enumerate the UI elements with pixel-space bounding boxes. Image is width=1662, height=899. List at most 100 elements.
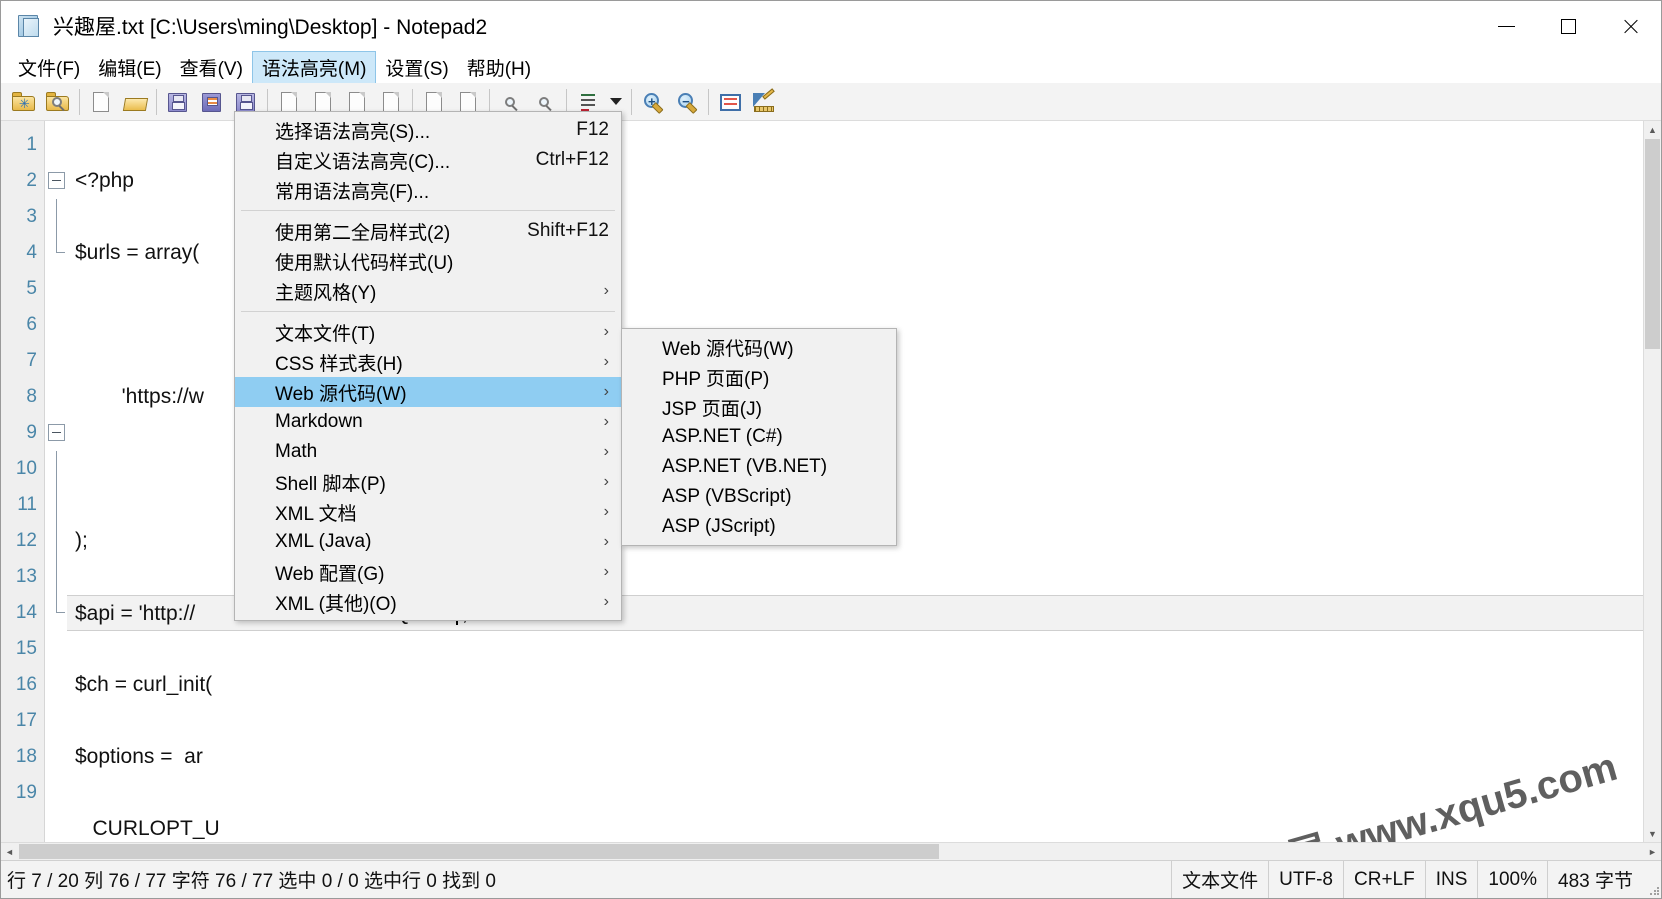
menuitem-label: ASP (JScript) — [662, 516, 776, 537]
menuitem-xml-java[interactable]: XML (Java) › — [235, 527, 621, 557]
customize-schemes-button[interactable] — [747, 85, 781, 119]
replace-icon — [532, 90, 558, 114]
menuitem-label: XML 文档 — [275, 503, 357, 525]
menuitem-theme-style[interactable]: 主题风格(Y) › — [235, 276, 621, 306]
minimize-button[interactable] — [1475, 1, 1537, 51]
menuitem-label: JSP 页面(J) — [662, 398, 762, 420]
menuitem-label: 使用默认代码样式(U) — [275, 252, 454, 274]
fold-toggle[interactable] — [45, 163, 67, 199]
submenu-aspnet-csharp[interactable]: ASP.NET (C#) — [622, 422, 896, 452]
scroll-down-arrow-icon[interactable]: ▼ — [1644, 825, 1661, 842]
copy-icon — [310, 90, 336, 114]
menuitem-label: Web 源代码(W) — [662, 338, 794, 360]
fold-toggle[interactable] — [45, 415, 67, 451]
status-zoom[interactable]: 100% — [1477, 861, 1547, 898]
line-number: 1 — [26, 134, 37, 155]
menuitem-favorite-schemes[interactable]: 常用语法高亮(F)... — [235, 175, 621, 205]
maximize-icon — [1560, 18, 1576, 34]
minimize-icon — [1497, 25, 1515, 27]
scroll-up-arrow-icon[interactable]: ▲ — [1644, 121, 1661, 138]
menuitem-css-stylesheet[interactable]: CSS 样式表(H) › — [235, 347, 621, 377]
chevron-right-icon: › — [603, 533, 609, 550]
syntax-menu-popup: 选择语法高亮(S)... F12 自定义语法高亮(C)... Ctrl+F12 … — [234, 111, 622, 621]
fold-cell — [45, 559, 67, 595]
menuitem-shortcut: Ctrl+F12 — [535, 149, 609, 170]
submenu-asp-jscript[interactable]: ASP (JScript) — [622, 512, 896, 542]
menu-view[interactable]: 查看(V) — [171, 51, 252, 83]
save-button[interactable] — [161, 85, 195, 119]
new-window-icon: ✳ — [11, 90, 37, 114]
toolbar-separator — [708, 88, 709, 115]
horizontal-scrollbar[interactable]: ◄ ► — [1, 842, 1661, 860]
redo-icon — [455, 90, 481, 114]
menuitem-web-config[interactable]: Web 配置(G) › — [235, 557, 621, 587]
menuitem-xml-document[interactable]: XML 文档 › — [235, 497, 621, 527]
resize-grip-icon[interactable] — [1643, 861, 1661, 898]
line-number: 2 — [26, 170, 37, 191]
toggle-view-icon — [717, 90, 743, 114]
fold-cell — [45, 523, 67, 559]
submenu-web-source[interactable]: Web 源代码(W) — [622, 332, 896, 362]
status-eol[interactable]: CR+LF — [1343, 861, 1425, 898]
status-encoding[interactable]: UTF-8 — [1268, 861, 1343, 898]
menuitem-xml-other[interactable]: XML (其他)(O) › — [235, 587, 621, 617]
menu-file[interactable]: 文件(F) — [9, 51, 89, 83]
fold-cell — [45, 487, 67, 523]
menuitem-second-global-style[interactable]: 使用第二全局样式(2) Shift+F12 — [235, 216, 621, 246]
fold-margin[interactable] — [45, 121, 67, 842]
menu-syntax[interactable]: 语法高亮(M) — [251, 51, 377, 83]
fold-cell — [45, 199, 67, 235]
zoom-out-icon: − — [674, 90, 700, 114]
menuitem-label: Web 源代码(W) — [275, 383, 407, 405]
menuitem-shell-script[interactable]: Shell 脚本(P) › — [235, 467, 621, 497]
zoom-in-button[interactable]: + — [636, 85, 670, 119]
menuitem-web-sources[interactable]: Web 源代码(W) › — [235, 377, 621, 407]
submenu-php-page[interactable]: PHP 页面(P) — [622, 362, 896, 392]
status-insert-mode[interactable]: INS — [1424, 861, 1478, 898]
submenu-jsp-page[interactable]: JSP 页面(J) — [622, 392, 896, 422]
fold-cell — [45, 775, 67, 811]
save-as-button[interactable] — [195, 85, 229, 119]
fold-cell — [45, 127, 67, 163]
scroll-right-arrow-icon[interactable]: ► — [1644, 843, 1661, 860]
open-file-button[interactable] — [118, 85, 152, 119]
browse-file-button[interactable] — [41, 85, 75, 119]
menu-settings[interactable]: 设置(S) — [376, 51, 457, 83]
new-window-button[interactable]: ✳ — [7, 85, 41, 119]
window-controls — [1475, 1, 1661, 51]
fold-cell — [45, 271, 67, 307]
vertical-scrollbar[interactable]: ▲ ▼ — [1643, 121, 1661, 842]
menuitem-text-files[interactable]: 文本文件(T) › — [235, 317, 621, 347]
submenu-asp-vbscript[interactable]: ASP (VBScript) — [622, 482, 896, 512]
zoom-out-button[interactable]: − — [670, 85, 704, 119]
menuitem-customize-scheme[interactable]: 自定义语法高亮(C)... Ctrl+F12 — [235, 145, 621, 175]
chevron-right-icon: › — [603, 443, 609, 460]
vertical-scroll-thumb[interactable] — [1645, 139, 1660, 349]
menu-help[interactable]: 帮助(H) — [458, 51, 540, 83]
undo-icon — [421, 90, 447, 114]
menu-edit[interactable]: 编辑(E) — [89, 51, 170, 83]
toggle-view-button[interactable] — [713, 85, 747, 119]
menuitem-markdown[interactable]: Markdown › — [235, 407, 621, 437]
maximize-button[interactable] — [1537, 1, 1599, 51]
menuitem-label: Markdown — [275, 411, 363, 432]
delete-icon — [378, 90, 404, 114]
horizontal-scroll-thumb[interactable] — [19, 844, 939, 859]
close-button[interactable] — [1599, 1, 1661, 51]
menuitem-label: ASP.NET (C#) — [662, 426, 783, 447]
submenu-aspnet-vbnet[interactable]: ASP.NET (VB.NET) — [622, 452, 896, 482]
menuitem-math[interactable]: Math › — [235, 437, 621, 467]
save-copy-icon — [233, 90, 259, 114]
toolbar-separator — [631, 88, 632, 115]
scroll-left-arrow-icon[interactable]: ◄ — [1, 843, 18, 860]
chevron-right-icon: › — [603, 473, 609, 490]
line-number: 11 — [17, 494, 37, 515]
menuitem-default-code-style[interactable]: 使用默认代码样式(U) — [235, 246, 621, 276]
new-file-button[interactable] — [84, 85, 118, 119]
chevron-down-icon — [610, 98, 622, 105]
menu-separator — [241, 210, 615, 211]
chevron-right-icon: › — [603, 563, 609, 580]
menuitem-label: 自定义语法高亮(C)... — [275, 151, 451, 173]
menuitem-select-scheme[interactable]: 选择语法高亮(S)... F12 — [235, 115, 621, 145]
status-doctype[interactable]: 文本文件 — [1171, 861, 1268, 898]
